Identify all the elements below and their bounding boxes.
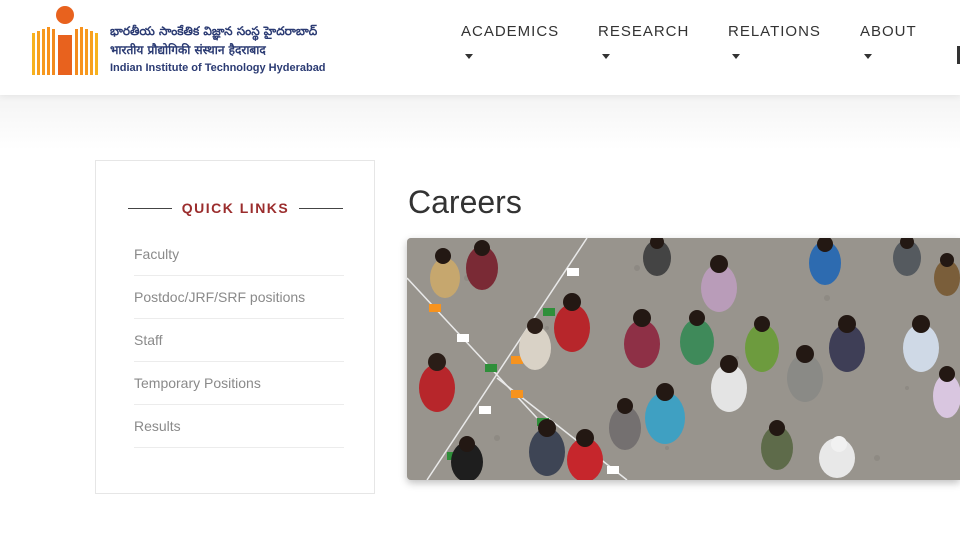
quick-links-panel: QUICK LINKS Faculty Postdoc/JRF/SRF posi… [95, 160, 375, 494]
header-shadow-band [0, 95, 960, 150]
careers-hero-image [407, 238, 960, 480]
quick-link-postdoc-jrf-srf[interactable]: Postdoc/JRF/SRF positions [134, 276, 344, 319]
nav-relations-label: RELATIONS [728, 23, 821, 40]
site-header: భారతీయ సాంకేతిక విజ్ఞాన సంస్థ హైదరాబాద్ … [0, 0, 960, 95]
nav-about[interactable]: ABOUT [860, 22, 917, 59]
caret-down-icon [732, 54, 740, 59]
quick-link-temporary-positions[interactable]: Temporary Positions [134, 362, 344, 405]
quick-links-title: QUICK LINKS [181, 200, 290, 216]
main-nav: ACADEMICS RESEARCH RELATIONS ABOUT [0, 22, 960, 72]
crowd-photo-illustration [407, 238, 960, 480]
nav-academics-label: ACADEMICS [461, 23, 560, 40]
nav-research-label: RESEARCH [598, 23, 690, 40]
heading-divider-right [299, 207, 343, 209]
nav-research[interactable]: RESEARCH [598, 22, 689, 59]
page-title: Careers [408, 184, 522, 220]
quick-link-results[interactable]: Results [134, 405, 344, 448]
quick-links-heading: QUICK LINKS [128, 199, 343, 217]
nav-about-label: ABOUT [860, 23, 917, 40]
heading-divider-left [128, 207, 172, 209]
nav-relations[interactable]: RELATIONS [728, 22, 821, 59]
quick-link-faculty[interactable]: Faculty [134, 233, 344, 276]
quick-link-staff[interactable]: Staff [134, 319, 344, 362]
caret-down-icon [465, 54, 473, 59]
caret-down-icon [602, 54, 610, 59]
nav-academics[interactable]: ACADEMICS [461, 22, 559, 59]
quick-links-list: Faculty Postdoc/JRF/SRF positions Staff … [134, 233, 344, 448]
caret-down-icon [864, 54, 872, 59]
